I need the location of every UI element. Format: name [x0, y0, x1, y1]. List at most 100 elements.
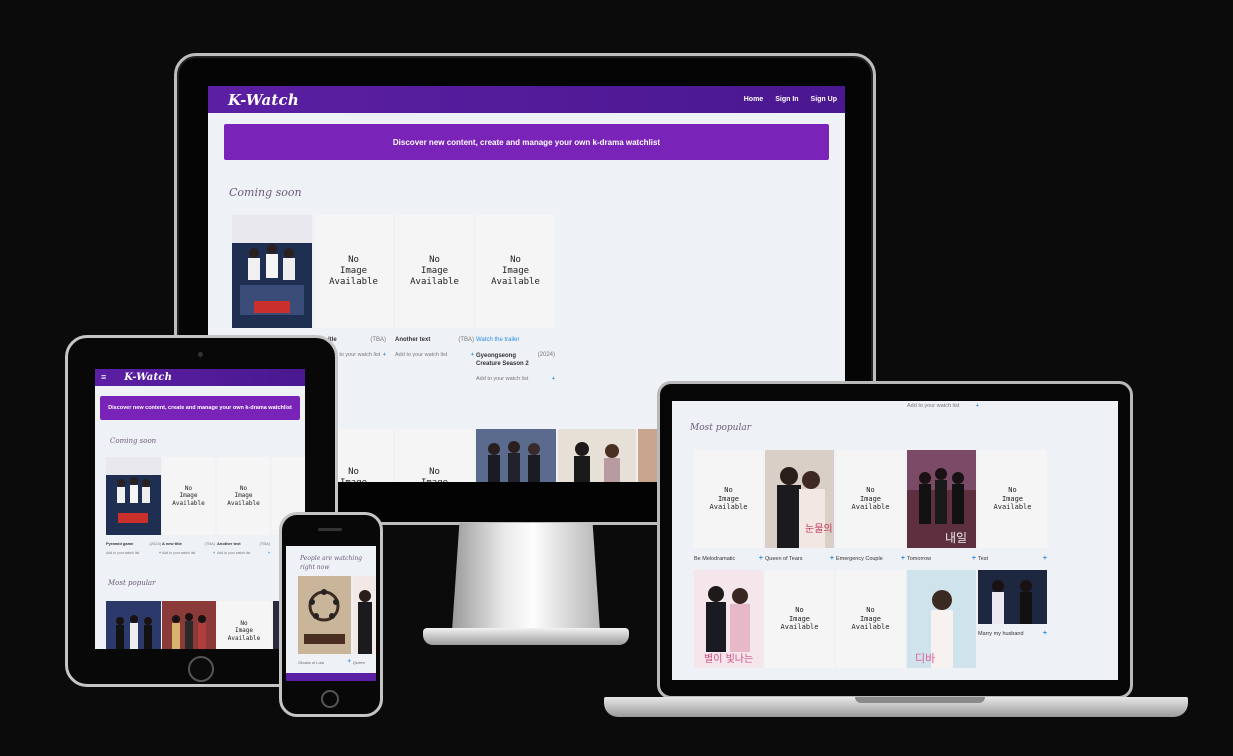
movie-card[interactable]: 별이 빛나는: [694, 570, 763, 680]
footer-bar: [286, 673, 376, 681]
add-to-watchlist[interactable]: Add to your watch list +: [106, 551, 161, 555]
navbar: K-Watch Home Sign In Sign Up: [208, 86, 845, 113]
movie-card[interactable]: 디바: [907, 570, 976, 680]
movie-card[interactable]: No Image Available: [395, 429, 474, 482]
hero-banner: Discover new content, create and manage …: [224, 124, 829, 160]
desktop-stand-base: [423, 628, 629, 645]
add-plus-icon[interactable]: +: [976, 403, 979, 409]
laptop-screen: Add to your watch list + Most popular No …: [672, 401, 1118, 680]
movie-card[interactable]: No Image Available Another text (TBA) Ad…: [217, 457, 270, 557]
tablet-home-button[interactable]: [188, 656, 214, 682]
poster-image-queen-of-tears: 눈물의: [765, 450, 834, 548]
add-plus-icon[interactable]: +: [159, 551, 161, 555]
add-plus-icon[interactable]: +: [1043, 630, 1047, 637]
movie-poster: 눈물의: [765, 450, 834, 548]
movie-poster: [978, 570, 1047, 624]
movie-card[interactable]: No Image Available Another text (TBA) Ad…: [395, 215, 474, 385]
add-plus-icon[interactable]: +: [213, 551, 215, 555]
menu-icon[interactable]: ≡: [101, 373, 106, 382]
add-to-watchlist-label: Add to your watch list: [162, 551, 196, 555]
movie-poster: No Image Available: [217, 457, 270, 535]
section-title-coming-soon: Coming soon: [110, 437, 157, 445]
movie-card[interactable]: No Image Available A new title (TBA) Add…: [162, 457, 215, 557]
movie-poster: No Image Available: [476, 215, 555, 328]
movie-card[interactable]: No Image Available: [217, 601, 271, 649]
add-to-watchlist[interactable]: Add to your watch list +: [907, 403, 979, 409]
movie-card[interactable]: [162, 601, 216, 649]
poster-image-lovely: 별이 빛나는: [694, 570, 763, 668]
movie-poster: [232, 215, 312, 328]
laptop-notch: [855, 697, 985, 703]
site-logo[interactable]: K-Watch: [124, 372, 172, 383]
movie-card[interactable]: No Image Available Test +: [978, 450, 1047, 565]
add-plus-icon[interactable]: +: [759, 555, 763, 562]
svg-text:내일: 내일: [945, 531, 967, 545]
movie-poster: No Image Available: [694, 450, 763, 548]
add-plus-icon[interactable]: +: [1043, 555, 1047, 562]
nav-home-link[interactable]: Home: [744, 96, 763, 103]
movie-card[interactable]: No Image Available: [765, 570, 834, 680]
add-plus-icon[interactable]: +: [830, 555, 834, 562]
nav-sign-up-link[interactable]: Sign Up: [811, 96, 837, 103]
movie-title: Gyeongseong Creature Season 2: [476, 353, 529, 368]
poster-image-group: [476, 429, 556, 482]
movie-year: (2024): [149, 541, 161, 546]
add-plus-icon[interactable]: +: [471, 352, 474, 358]
add-plus-icon[interactable]: +: [268, 551, 270, 555]
add-to-watchlist[interactable]: Add to your watch list +: [395, 352, 474, 358]
section-title-coming-soon: Coming soon: [229, 186, 302, 199]
no-image-placeholder: No Image Available: [709, 485, 748, 512]
movie-title: Queen of Tears: [765, 556, 803, 562]
movie-card[interactable]: Queen: [353, 576, 376, 666]
no-image-placeholder: No Image Available: [421, 467, 448, 482]
add-plus-icon[interactable]: +: [552, 376, 555, 382]
add-to-watchlist[interactable]: Add to your watch list +: [162, 551, 215, 555]
movie-title: A new title: [162, 541, 182, 546]
movie-card[interactable]: No Image Available: [836, 570, 905, 680]
movie-card[interactable]: Marry my husband +: [978, 570, 1047, 680]
movie-card[interactable]: [638, 429, 658, 482]
add-plus-icon[interactable]: +: [901, 555, 905, 562]
movie-title: Ghosts of Lola: [298, 660, 324, 665]
poster-image-tomorrow: 내일: [907, 450, 976, 548]
add-to-watchlist-label: Add to your watch list: [395, 352, 448, 358]
movie-poster: No Image Available: [217, 601, 271, 649]
no-image-placeholder: No Image Available: [410, 254, 459, 288]
poster-image-group: [162, 601, 216, 649]
section-title-watching-now: People are watching right now: [300, 555, 363, 572]
movie-poster: No Image Available: [978, 450, 1047, 548]
movie-card[interactable]: 눈물의 Queen of Tears +: [765, 450, 834, 565]
nav-sign-in-link[interactable]: Sign In: [775, 96, 798, 103]
no-image-placeholder: No Image Available: [329, 254, 378, 288]
movie-year: (TBA): [259, 541, 270, 546]
movie-poster: No Image Available: [395, 215, 474, 328]
movie-card[interactable]: Ghosts of Lola +: [298, 576, 351, 666]
movie-card[interactable]: [476, 429, 556, 482]
movie-poster: [106, 457, 161, 535]
add-plus-icon[interactable]: +: [972, 555, 976, 562]
movie-card[interactable]: Pyramid game (2024) Add to your watch li…: [106, 457, 161, 557]
movie-poster: [298, 576, 351, 654]
movie-card[interactable]: No Image Available Be Melodramatic +: [694, 450, 763, 565]
movie-poster: No Image Available: [836, 450, 905, 548]
movie-card[interactable]: [558, 429, 636, 482]
add-plus-icon[interactable]: +: [347, 659, 351, 665]
movie-card[interactable]: No Image Available Emergency Couple +: [836, 450, 905, 565]
no-image-placeholder: No Image Available: [227, 484, 260, 507]
movie-poster: 디바: [907, 570, 976, 668]
movie-card[interactable]: No Image Available Watch the trailer Gye…: [476, 215, 555, 385]
add-to-watchlist[interactable]: Add to your watch list +: [476, 376, 555, 382]
poster-image-queen: [353, 576, 376, 654]
phone-home-button[interactable]: [321, 690, 339, 708]
movie-card[interactable]: [106, 601, 161, 649]
section-title-most-popular: Most popular: [108, 579, 156, 587]
movie-poster: No Image Available: [765, 570, 834, 668]
add-to-watchlist[interactable]: Add to your watch list +: [217, 551, 270, 555]
movie-card[interactable]: 내일 Tomorrow +: [907, 450, 976, 565]
movie-year: (2024): [537, 352, 555, 358]
site-logo[interactable]: K-Watch: [228, 91, 299, 109]
phone-speaker: [318, 528, 342, 531]
no-image-placeholder: No Image Available: [993, 485, 1032, 512]
watch-trailer-link[interactable]: Watch the trailer: [476, 337, 519, 343]
no-image-placeholder: No Image Available: [851, 605, 890, 632]
